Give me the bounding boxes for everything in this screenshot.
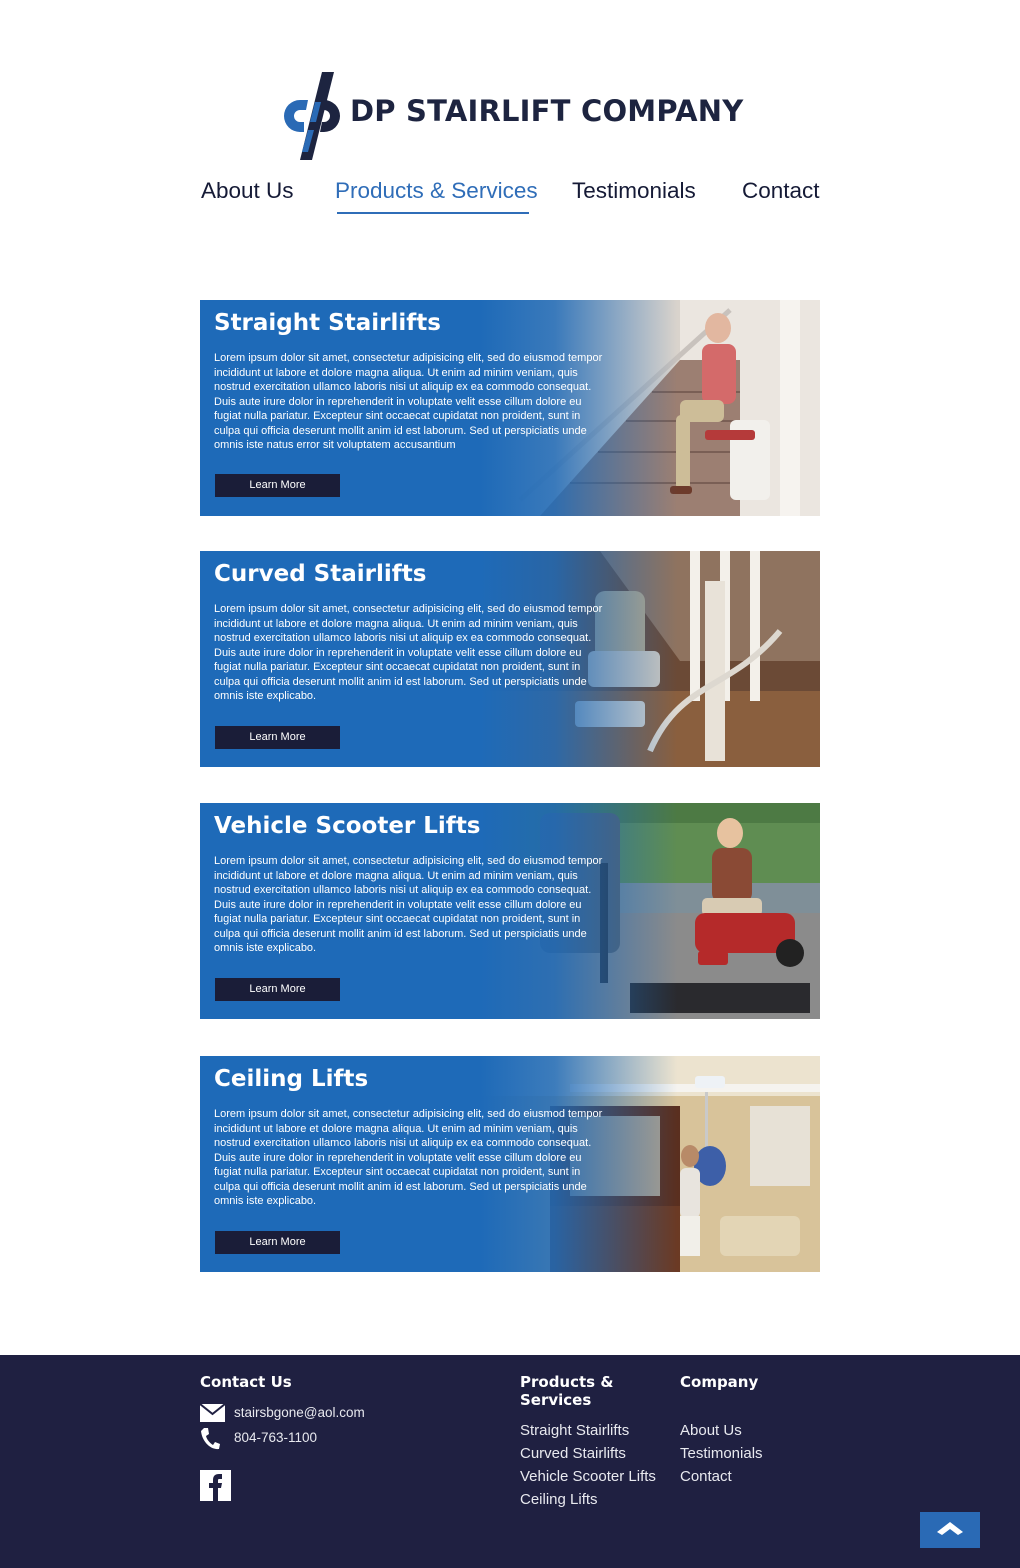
footer-products-heading: Products & Services xyxy=(520,1373,614,1409)
nav-contact[interactable]: Contact xyxy=(742,178,820,204)
product-description: Lorem ipsum dolor sit amet, consectetur … xyxy=(214,855,603,954)
product-description: Lorem ipsum dolor sit amet, consectetur … xyxy=(214,352,603,451)
footer-link-straight-stairlifts[interactable]: Straight Stairlifts xyxy=(520,1422,629,1439)
back-to-top-button[interactable] xyxy=(920,1512,980,1548)
product-card-vehicle-scooter-lifts: Vehicle Scooter Lifts Lorem ipsum dolor … xyxy=(200,803,820,1019)
product-title: Ceiling Lifts xyxy=(214,1066,369,1092)
footer-link-contact[interactable]: Contact xyxy=(680,1468,732,1485)
active-nav-indicator xyxy=(337,212,529,214)
footer-email-link[interactable]: stairsbgone@aol.com xyxy=(234,1405,365,1420)
product-card-straight-stairlifts: Straight Stairlifts Lorem ipsum dolor si… xyxy=(200,300,820,516)
footer-link-curved-stairlifts[interactable]: Curved Stairlifts xyxy=(520,1445,626,1462)
product-card-curved-stairlifts: Curved Stairlifts Lorem ipsum dolor sit … xyxy=(200,551,820,767)
footer-link-vehicle-scooter-lifts[interactable]: Vehicle Scooter Lifts xyxy=(520,1468,656,1485)
learn-more-button[interactable]: Learn More xyxy=(215,474,340,497)
footer-company-heading: Company xyxy=(680,1373,759,1391)
nav-testimonials[interactable]: Testimonials xyxy=(572,178,696,204)
learn-more-button[interactable]: Learn More xyxy=(215,726,340,749)
footer-link-testimonials[interactable]: Testimonials xyxy=(680,1445,763,1462)
product-description: Lorem ipsum dolor sit amet, consectetur … xyxy=(214,603,603,702)
learn-more-button[interactable]: Learn More xyxy=(215,1231,340,1254)
learn-more-button[interactable]: Learn More xyxy=(215,978,340,1001)
footer-phone-link[interactable]: 804-763-1100 xyxy=(234,1430,317,1445)
mail-icon xyxy=(200,1404,225,1422)
footer-link-about-us[interactable]: About Us xyxy=(680,1422,742,1439)
logo-wordmark: DP STAIRLIFT COMPANY xyxy=(350,94,744,128)
product-title: Straight Stairlifts xyxy=(214,310,441,336)
chevron-up-icon xyxy=(937,1522,963,1535)
footer-link-ceiling-lifts[interactable]: Ceiling Lifts xyxy=(520,1491,598,1508)
facebook-icon[interactable] xyxy=(200,1470,231,1501)
nav-products-services[interactable]: Products & Services xyxy=(335,178,538,204)
product-description: Lorem ipsum dolor sit amet, consectetur … xyxy=(214,1108,603,1207)
nav-about-us[interactable]: About Us xyxy=(201,178,294,204)
logo-mark-icon xyxy=(284,72,340,160)
footer-contact-heading: Contact Us xyxy=(200,1373,292,1391)
product-title: Curved Stairlifts xyxy=(214,561,427,587)
site-footer: Contact Us stairsbgone@aol.com 804-763-1… xyxy=(0,1355,1020,1568)
company-logo[interactable]: DP STAIRLIFT COMPANY xyxy=(278,70,748,162)
product-title: Vehicle Scooter Lifts xyxy=(214,813,481,839)
product-card-ceiling-lifts: Ceiling Lifts Lorem ipsum dolor sit amet… xyxy=(200,1056,820,1272)
main-nav: About Us Products & Services Testimonial… xyxy=(200,178,820,220)
phone-icon xyxy=(201,1428,220,1450)
